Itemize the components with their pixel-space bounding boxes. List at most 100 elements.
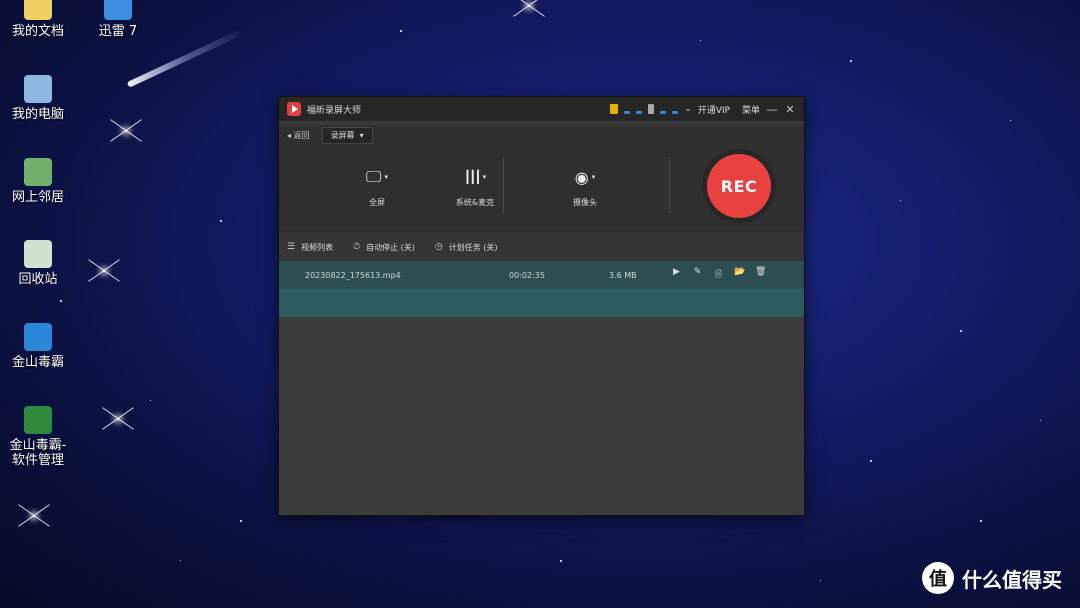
desktop-icon-label: 金山毒霸- 软件管理 <box>9 438 67 468</box>
auto-stop-button[interactable]: ⏱ 自动停止 (关) <box>353 242 415 253</box>
gift-icon[interactable] <box>610 104 619 114</box>
caret-down-icon[interactable]: ▾ <box>592 173 596 181</box>
star <box>180 560 181 561</box>
mode-bar: ◂ 返回 录屏幕 ▾ <box>279 125 804 145</box>
desktop-icon-jinshan-software[interactable]: 金山毒霸- 软件管理 <box>0 406 78 468</box>
status-icon <box>636 110 643 114</box>
edit-icon[interactable]: ✎ <box>692 267 703 283</box>
video-list-button[interactable]: ☰ 视频列表 <box>287 242 333 253</box>
title-bar: 福昕录屏大师 ⌄ 开通VIP 菜单 — ✕ <box>279 97 804 121</box>
close-button[interactable]: ✕ <box>784 103 796 116</box>
watermark-text: 什么值得买 <box>962 567 1062 592</box>
capture-controls: 🖵 ▾ 全屏 ┃┃┃ ▾ 系统&麦克 ◉ ▾ 摄像头 REC <box>279 145 804 231</box>
list-icon: ☰ <box>287 242 296 252</box>
file-icon[interactable]: 🗎 <box>713 267 724 283</box>
schedule-label: 计划任务 (关) <box>448 242 498 252</box>
desktop-icon-label: 我的电脑 <box>11 107 64 122</box>
star <box>980 520 982 522</box>
star <box>150 400 151 401</box>
star <box>1040 420 1041 421</box>
desktop-icon-xunlei[interactable]: 迅雷 7 <box>78 0 158 39</box>
file-name: 20230822_175613.mp4 <box>305 270 401 280</box>
sparkle <box>103 270 105 272</box>
schedule-button[interactable]: ◷ 计划任务 (关) <box>435 242 498 253</box>
desktop-icon-label: 网上邻居 <box>11 190 64 205</box>
caret-down-icon[interactable]: ▾ <box>483 173 487 181</box>
recorder-window: 福昕录屏大师 ⌄ 开通VIP 菜单 — ✕ ◂ 返回 录屏幕 ▾ 🖵 ▾ 全屏 ┃… <box>279 97 804 515</box>
star <box>700 40 701 41</box>
camera-label: 摄像头 <box>573 198 597 207</box>
vip-button[interactable]: 开通VIP <box>698 103 730 116</box>
rec-button-ring: REC <box>702 149 776 223</box>
desktop-icon-label: 迅雷 7 <box>98 24 138 39</box>
fullscreen-label: 全屏 <box>369 198 385 207</box>
divider <box>669 157 670 213</box>
table-row[interactable]: 20230822_175613.mp4 00:02:35 3.6 MB ▶ ✎ … <box>279 261 804 289</box>
desktop-icon-my-documents[interactable]: 我的文档 <box>0 0 78 39</box>
desktop-icon-recycle-bin[interactable]: 回收站 <box>0 240 78 287</box>
video-list-label: 视频列表 <box>301 242 334 252</box>
app-logo-icon <box>287 102 301 116</box>
status-icon <box>624 110 631 114</box>
star <box>400 30 402 32</box>
star <box>960 330 962 332</box>
mode-dropdown[interactable]: 录屏幕 ▾ <box>321 126 373 144</box>
sparkle <box>528 5 530 7</box>
clock-icon: ◷ <box>434 242 443 252</box>
folder-icon[interactable]: 📂 <box>734 267 745 283</box>
caret-down-icon[interactable]: ▾ <box>384 173 388 181</box>
timer-icon: ⏱ <box>353 242 361 252</box>
audio-label: 系统&麦克 <box>455 198 495 207</box>
sparkle <box>125 130 127 132</box>
star <box>1010 120 1011 121</box>
watermark: 值 什么值得买 <box>922 562 1062 594</box>
desktop-icon-label: 我的文档 <box>11 24 64 39</box>
waveform-icon: ┃┃┃ <box>463 170 482 184</box>
fullscreen-option[interactable]: 🖵 ▾ 全屏 <box>337 165 417 208</box>
menu-button[interactable]: 菜单 <box>742 103 760 116</box>
bird-icon <box>104 0 132 20</box>
doc-icon <box>648 104 655 114</box>
star <box>900 200 901 201</box>
star <box>60 300 62 302</box>
watermark-logo-icon: 值 <box>922 562 954 594</box>
table-row-empty <box>279 289 804 317</box>
rec-button[interactable]: REC <box>707 154 771 218</box>
minimize-button[interactable]: — <box>766 103 778 116</box>
folder-icon <box>24 0 52 20</box>
auto-stop-label: 自动停止 (关) <box>366 242 415 252</box>
computer-icon <box>24 75 52 103</box>
recycle-bin-icon <box>24 240 52 268</box>
desktop-icon-network[interactable]: 网上邻居 <box>0 158 78 205</box>
divider <box>503 157 504 213</box>
trash-icon[interactable]: 🗑 <box>755 267 766 283</box>
status-icon <box>660 110 667 114</box>
software-manager-icon <box>24 406 52 434</box>
list-toolbar: ☰ 视频列表 ⏱ 自动停止 (关) ◷ 计划任务 (关) <box>279 231 804 263</box>
sparkle <box>117 418 119 420</box>
star <box>560 560 562 562</box>
back-button[interactable]: ◂ 返回 <box>287 130 310 141</box>
file-size: 3.6 MB <box>609 270 637 280</box>
back-label: 返回 <box>293 130 310 140</box>
star <box>820 580 821 581</box>
recording-list: 20230822_175613.mp4 00:02:35 3.6 MB ▶ ✎ … <box>279 261 804 515</box>
star <box>850 60 852 62</box>
play-icon[interactable]: ▶ <box>671 267 682 283</box>
network-icon <box>24 158 52 186</box>
shield-icon <box>24 323 52 351</box>
file-duration: 00:02:35 <box>509 270 545 280</box>
sparkle <box>33 515 35 517</box>
desktop-icon-my-computer[interactable]: 我的电脑 <box>0 75 78 122</box>
desktop-icon-jinshan[interactable]: 金山毒霸 <box>0 323 78 370</box>
chevron-down-icon[interactable]: ⌄ <box>684 104 692 114</box>
monitor-icon: 🖵 <box>366 167 382 186</box>
window-title: 福昕录屏大师 <box>307 105 362 116</box>
star <box>870 460 872 462</box>
star <box>220 220 222 222</box>
status-icon <box>672 110 679 114</box>
camera-icon: ◉ <box>574 167 589 187</box>
camera-option[interactable]: ◉ ▾ 摄像头 <box>545 165 625 208</box>
desktop-icon-label: 回收站 <box>18 272 58 287</box>
mode-dropdown-value: 录屏幕 <box>330 130 355 140</box>
